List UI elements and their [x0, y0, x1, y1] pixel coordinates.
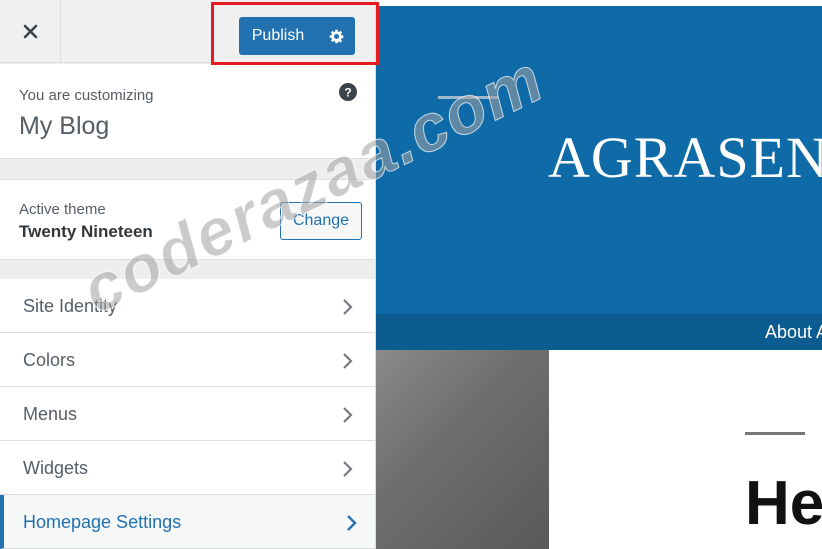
- menu-item-colors[interactable]: Colors: [0, 333, 375, 387]
- menu-item-label: Widgets: [23, 458, 89, 478]
- publish-button[interactable]: Publish: [239, 17, 317, 55]
- chevron-right-icon: [347, 515, 357, 531]
- menu-item-widgets[interactable]: Widgets: [0, 441, 375, 495]
- menu-item-label: Colors: [23, 350, 76, 370]
- chevron-right-icon: [343, 407, 353, 423]
- svg-text:?: ?: [344, 86, 351, 100]
- question-circle-icon[interactable]: ?: [339, 83, 357, 101]
- customizing-label: You are customizing: [19, 87, 154, 104]
- menu-item-label: Menus: [23, 404, 78, 424]
- customizing-info: You are customizing My Blog ?: [0, 64, 375, 159]
- featured-image: [376, 350, 549, 549]
- menu-item-site-identity[interactable]: Site Identity: [0, 279, 375, 333]
- change-theme-button[interactable]: Change: [280, 202, 362, 240]
- menu-item-homepage-settings[interactable]: Homepage Settings: [0, 495, 375, 549]
- content-heading: He: [745, 469, 822, 538]
- publish-settings-button[interactable]: [317, 17, 355, 55]
- chevron-right-icon: [343, 299, 353, 315]
- menu-item-label: Homepage Settings: [23, 512, 182, 532]
- gear-icon: [329, 29, 343, 43]
- active-theme-label: Active theme: [19, 201, 106, 218]
- header-divider: [438, 96, 498, 99]
- customizer-menu: Site Identity Colors Menus Widgets Homep…: [0, 279, 375, 549]
- menu-item-menus[interactable]: Menus: [0, 387, 375, 441]
- site-navigation: About A: [376, 314, 822, 350]
- content-divider: [745, 432, 805, 435]
- site-preview: AGRASEN About A He: [376, 0, 822, 549]
- site-header: AGRASEN: [376, 6, 822, 314]
- chevron-right-icon: [343, 461, 353, 477]
- customizer-sidebar: Publish You are customizing My Blog ? Ac…: [0, 0, 376, 549]
- menu-item-label: Site Identity: [23, 296, 118, 316]
- site-name[interactable]: AGRASEN: [548, 124, 822, 191]
- close-button[interactable]: [0, 0, 61, 63]
- customizer-header: Publish: [0, 0, 375, 63]
- theme-name: Twenty Nineteen: [19, 222, 153, 241]
- active-theme-section: Active theme Twenty Nineteen Change: [0, 179, 375, 260]
- chevron-right-icon: [343, 353, 353, 369]
- site-title: My Blog: [19, 112, 110, 140]
- nav-link-about[interactable]: About A: [765, 322, 822, 343]
- close-icon: [23, 24, 37, 39]
- publish-button-group: Publish: [239, 17, 355, 55]
